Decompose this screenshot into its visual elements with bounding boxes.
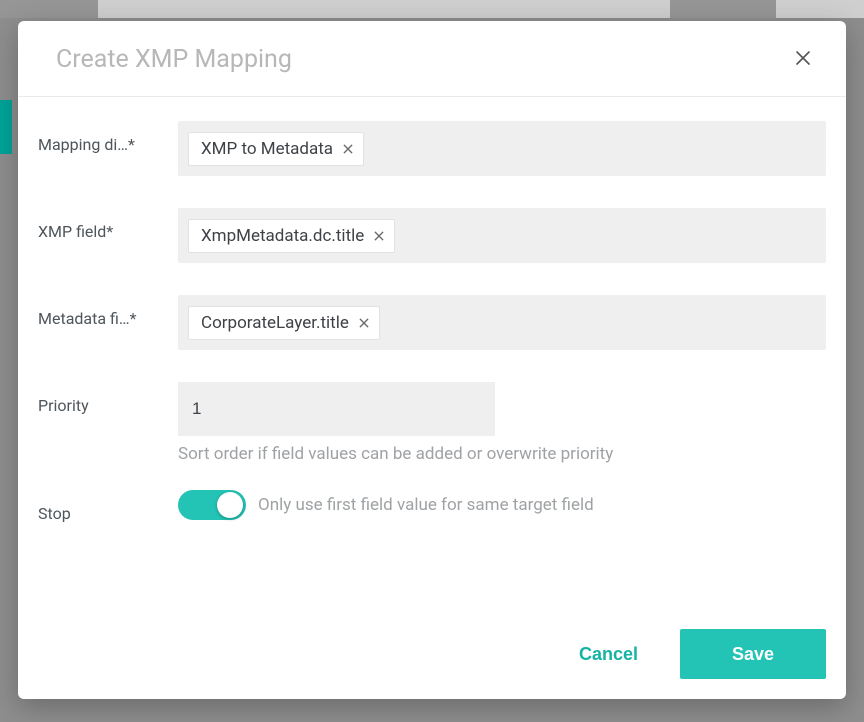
cancel-button[interactable]: Cancel: [561, 630, 656, 679]
chip-text: CorporateLayer.title: [201, 313, 349, 333]
close-icon: [341, 142, 355, 156]
dialog-title: Create XMP Mapping: [56, 45, 292, 74]
close-icon: [357, 316, 371, 330]
stop-label: Stop: [38, 490, 170, 523]
dialog-body: Mapping di… XMP to Metadata XMP field Xm…: [18, 97, 846, 629]
background-header: [0, 0, 864, 18]
mapping-direction-chip[interactable]: XMP to Metadata: [188, 132, 364, 166]
metadata-field-input[interactable]: CorporateLayer.title: [178, 295, 826, 350]
field-stop: Stop Only use first field value for same…: [38, 490, 826, 523]
field-xmp-field: XMP field XmpMetadata.dc.title: [38, 208, 826, 263]
save-button[interactable]: Save: [680, 629, 826, 679]
dialog-header: Create XMP Mapping: [18, 21, 846, 97]
priority-helper-text: Sort order if field values can be added …: [178, 444, 826, 464]
xmp-field-label: XMP field: [38, 208, 170, 241]
chip-remove-button[interactable]: [372, 229, 386, 243]
field-metadata-field: Metadata fi… CorporateLayer.title: [38, 295, 826, 350]
create-xmp-mapping-dialog: Create XMP Mapping Mapping di… XMP to Me…: [18, 21, 846, 699]
priority-input[interactable]: [178, 382, 495, 436]
chip-text: XMP to Metadata: [201, 139, 333, 159]
field-priority: Priority: [38, 382, 826, 436]
metadata-field-chip[interactable]: CorporateLayer.title: [188, 306, 380, 340]
dialog-footer: Cancel Save: [18, 629, 846, 699]
chip-text: XmpMetadata.dc.title: [201, 226, 364, 246]
close-icon: [794, 49, 812, 67]
stop-toggle-description: Only use first field value for same targ…: [258, 495, 594, 515]
metadata-field-label: Metadata fi…: [38, 295, 170, 328]
toggle-knob: [217, 492, 243, 518]
xmp-field-chip[interactable]: XmpMetadata.dc.title: [188, 219, 395, 253]
stop-toggle[interactable]: [178, 490, 246, 520]
xmp-field-input[interactable]: XmpMetadata.dc.title: [178, 208, 826, 263]
field-mapping-direction: Mapping di… XMP to Metadata: [38, 121, 826, 176]
background-accent: [0, 100, 12, 154]
close-icon: [372, 229, 386, 243]
priority-label: Priority: [38, 382, 170, 415]
close-button[interactable]: [790, 45, 816, 74]
mapping-direction-label: Mapping di…: [38, 121, 170, 154]
chip-remove-button[interactable]: [341, 142, 355, 156]
mapping-direction-input[interactable]: XMP to Metadata: [178, 121, 826, 176]
chip-remove-button[interactable]: [357, 316, 371, 330]
